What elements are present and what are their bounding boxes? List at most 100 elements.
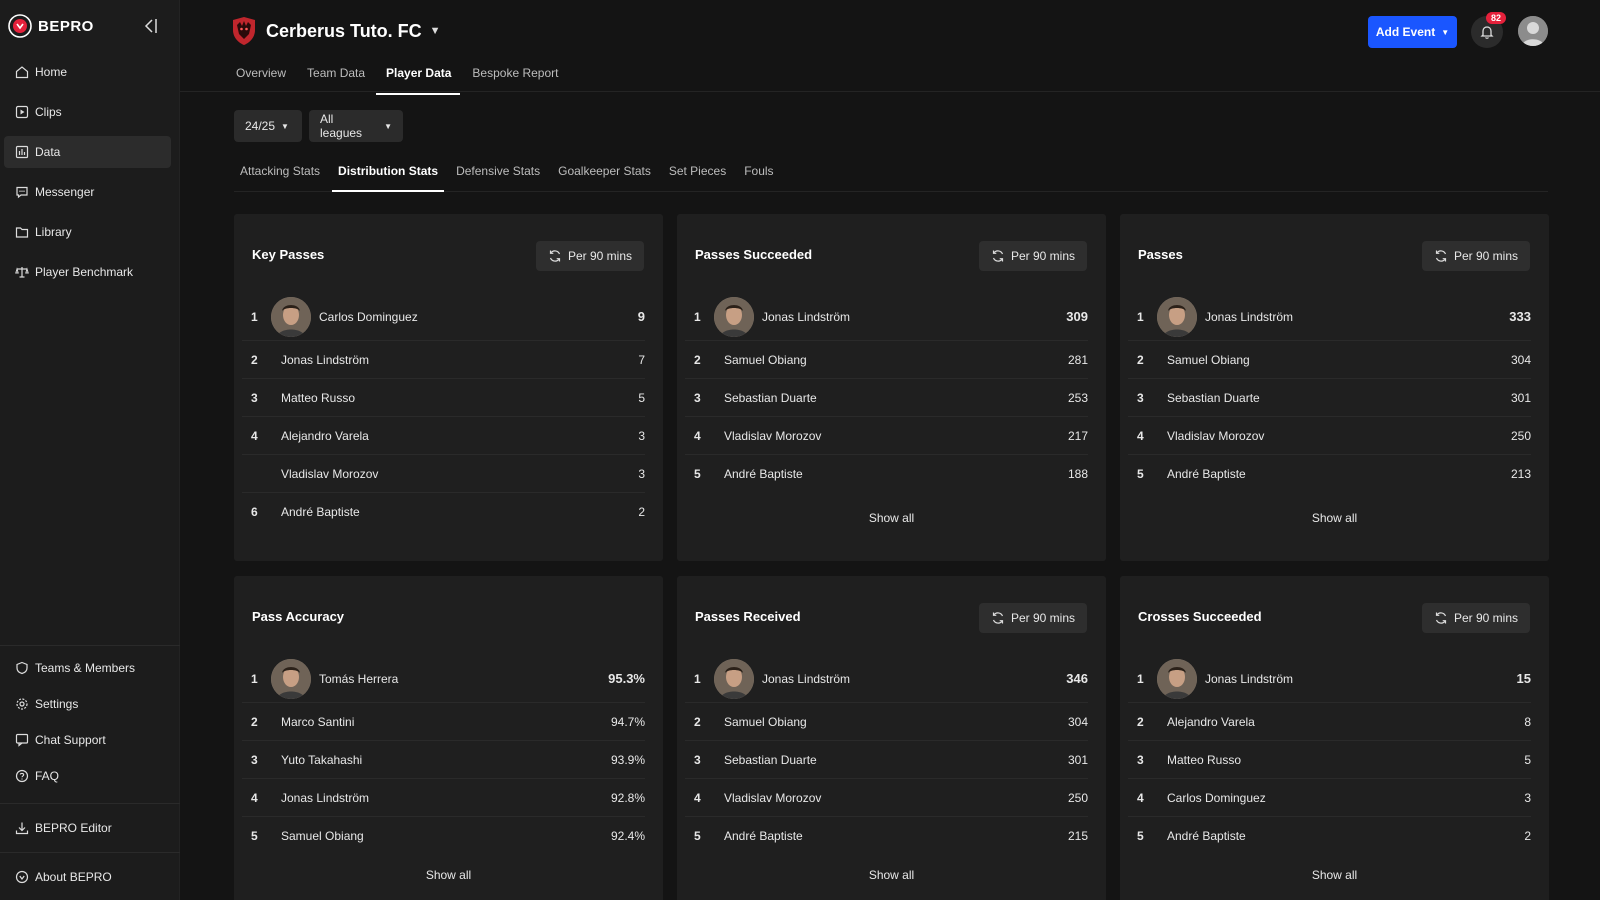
sidebar-item-clips[interactable]: Clips bbox=[4, 96, 171, 128]
ranking-row[interactable]: 2 Samuel Obiang 304 bbox=[685, 703, 1088, 741]
tab-player-data[interactable]: Player Data bbox=[376, 62, 461, 95]
stat-value: 188 bbox=[1067, 467, 1088, 481]
bepro-logo[interactable]: BEPRO bbox=[8, 14, 94, 38]
per-90-toggle[interactable]: Per 90 mins bbox=[1422, 603, 1530, 633]
chevron-down-icon: ▼ bbox=[1441, 27, 1450, 37]
team-crest-icon bbox=[233, 17, 255, 45]
card-title: Pass Accuracy bbox=[252, 609, 345, 624]
ranking-row[interactable]: 4 Vladislav Morozov 217 bbox=[685, 417, 1088, 455]
user-avatar[interactable] bbox=[1518, 16, 1548, 46]
ranking-row[interactable]: 2 Jonas Lindström 7 bbox=[242, 341, 645, 379]
ranking-row[interactable]: 5 André Baptiste 188 bbox=[685, 455, 1088, 493]
ranking-row[interactable]: Vladislav Morozov 3 bbox=[242, 455, 645, 493]
show-all-link[interactable]: Show all bbox=[1120, 868, 1549, 882]
tab-distribution-stats[interactable]: Distribution Stats bbox=[332, 160, 445, 192]
ranking-row[interactable]: 3 Yuto Takahashi 93.9% bbox=[242, 741, 645, 779]
ranking-row[interactable]: 4 Carlos Dominguez 3 bbox=[1128, 779, 1531, 817]
collapse-sidebar-icon[interactable] bbox=[141, 16, 161, 36]
league-filter[interactable]: All leagues ▼ bbox=[309, 110, 403, 142]
clips-icon bbox=[15, 105, 29, 119]
ranking-row[interactable]: 6 André Baptiste 2 bbox=[242, 493, 645, 531]
sidebar-item-bepro-editor[interactable]: BEPRO Editor bbox=[4, 812, 171, 844]
stat-value: 92.8% bbox=[610, 790, 645, 805]
sidebar-item-home[interactable]: Home bbox=[4, 56, 171, 88]
ranking-row[interactable]: 1 Jonas Lindström 309 bbox=[685, 293, 1088, 341]
rank-number: 3 bbox=[694, 752, 701, 767]
ranking-row[interactable]: 5 André Baptiste 215 bbox=[685, 817, 1088, 855]
gear-icon bbox=[16, 698, 28, 710]
ranking-row[interactable]: 3 Sebastian Duarte 253 bbox=[685, 379, 1088, 417]
ranking-row[interactable]: 4 Jonas Lindström 92.8% bbox=[242, 779, 645, 817]
sidebar: BEPRO Home Clips Data Messenger Library … bbox=[0, 0, 180, 900]
notification-badge: 82 bbox=[1486, 12, 1507, 24]
tab-team-data[interactable]: Team Data bbox=[303, 62, 374, 89]
chevron-down-icon: ▼ bbox=[429, 25, 441, 37]
sidebar-item-player-benchmark[interactable]: Player Benchmark bbox=[4, 256, 171, 288]
sidebar-item-data[interactable]: Data bbox=[4, 136, 171, 168]
show-all-link[interactable]: Show all bbox=[677, 868, 1106, 882]
sidebar-item-faq[interactable]: FAQ bbox=[4, 760, 171, 792]
ranking-row[interactable]: 3 Sebastian Duarte 301 bbox=[1128, 379, 1531, 417]
ranking-row[interactable]: 2 Samuel Obiang 281 bbox=[685, 341, 1088, 379]
player-photo-icon bbox=[1157, 658, 1197, 699]
show-all-link[interactable]: Show all bbox=[1120, 511, 1549, 525]
ranking-row[interactable]: 5 André Baptiste 2 bbox=[1128, 817, 1531, 855]
tab-overview[interactable]: Overview bbox=[232, 62, 295, 89]
card-title: Passes Received bbox=[695, 609, 801, 624]
stat-value: 253 bbox=[1067, 390, 1088, 405]
tab-set-pieces[interactable]: Set Pieces bbox=[663, 160, 732, 191]
player-photo bbox=[714, 658, 754, 699]
per-90-toggle[interactable]: Per 90 mins bbox=[979, 603, 1087, 633]
ranking-row[interactable]: 4 Vladislav Morozov 250 bbox=[685, 779, 1088, 817]
stat-card-passes: Passes Per 90 mins 1 Jonas Lindström 333 … bbox=[1120, 214, 1549, 561]
per-90-toggle[interactable]: Per 90 mins bbox=[536, 241, 644, 271]
rank-number: 2 bbox=[694, 714, 701, 729]
ranking-row[interactable]: 1 Carlos Dominguez 9 bbox=[242, 293, 645, 341]
per-90-toggle[interactable]: Per 90 mins bbox=[979, 241, 1087, 271]
sidebar-item-chat-support[interactable]: Chat Support bbox=[4, 724, 171, 756]
stat-card-crosses-succeeded: Crosses Succeeded Per 90 mins 1 Jonas Lin… bbox=[1120, 576, 1549, 900]
player-name: Vladislav Morozov bbox=[281, 466, 379, 481]
ranking-row[interactable]: 4 Vladislav Morozov 250 bbox=[1128, 417, 1531, 455]
season-value: 24/25 bbox=[245, 119, 276, 133]
show-all-link[interactable]: Show all bbox=[234, 868, 663, 882]
season-filter[interactable]: 24/25 ▼ bbox=[234, 110, 302, 142]
ranking-row[interactable]: 3 Sebastian Duarte 301 bbox=[685, 741, 1088, 779]
ranking-row[interactable]: 1 Tomás Herrera 95.3% bbox=[242, 655, 645, 703]
player-photo bbox=[1157, 658, 1197, 699]
tab-goalkeeper-stats[interactable]: Goalkeeper Stats bbox=[552, 160, 657, 191]
ranking-row[interactable]: 2 Alejandro Varela 8 bbox=[1128, 703, 1531, 741]
add-event-label: Add Event bbox=[1375, 25, 1436, 39]
ranking-row[interactable]: 3 Matteo Russo 5 bbox=[242, 379, 645, 417]
tab-bespoke-report[interactable]: Bespoke Report bbox=[468, 62, 567, 89]
ranking-row[interactable]: 1 Jonas Lindström 346 bbox=[685, 655, 1088, 703]
player-name: Yuto Takahashi bbox=[281, 752, 363, 767]
player-name: Matteo Russo bbox=[281, 390, 356, 405]
ranking-row[interactable]: 2 Marco Santini 94.7% bbox=[242, 703, 645, 741]
ranking-row[interactable]: 1 Jonas Lindström 333 bbox=[1128, 293, 1531, 341]
team-selector[interactable]: Cerberus Tuto. FC ▼ bbox=[230, 16, 441, 46]
tab-fouls[interactable]: Fouls bbox=[738, 160, 779, 191]
ranking-row[interactable]: 5 Samuel Obiang 92.4% bbox=[242, 817, 645, 855]
sidebar-item-teams-members[interactable]: Teams & Members bbox=[4, 652, 171, 684]
sidebar-item-about-bepro[interactable]: About BEPRO bbox=[4, 861, 171, 893]
ranking-row[interactable]: 2 Samuel Obiang 304 bbox=[1128, 341, 1531, 379]
sidebar-item-settings[interactable]: Settings bbox=[4, 688, 171, 720]
ranking-row[interactable]: 1 Jonas Lindström 15 bbox=[1128, 655, 1531, 703]
show-all-link[interactable]: Show all bbox=[677, 511, 1106, 525]
tab-attacking-stats[interactable]: Attacking Stats bbox=[234, 160, 326, 191]
tab-defensive-stats[interactable]: Defensive Stats bbox=[450, 160, 546, 191]
stat-value: 3 bbox=[638, 466, 645, 481]
card-title: Passes Succeeded bbox=[695, 247, 813, 262]
player-name: Samuel Obiang bbox=[1167, 352, 1250, 367]
add-event-button[interactable]: Add Event ▼ bbox=[1368, 16, 1457, 48]
app-name: BEPRO bbox=[38, 17, 94, 35]
ranking-row[interactable]: 4 Alejandro Varela 3 bbox=[242, 417, 645, 455]
sidebar-item-messenger[interactable]: Messenger bbox=[4, 176, 171, 208]
ranking-row[interactable]: 3 Matteo Russo 5 bbox=[1128, 741, 1531, 779]
sidebar-item-library[interactable]: Library bbox=[4, 216, 171, 248]
stat-value: 301 bbox=[1067, 752, 1088, 767]
ranking-row[interactable]: 5 André Baptiste 213 bbox=[1128, 455, 1531, 493]
player-photo-icon bbox=[271, 658, 311, 699]
per-90-toggle[interactable]: Per 90 mins bbox=[1422, 241, 1530, 271]
